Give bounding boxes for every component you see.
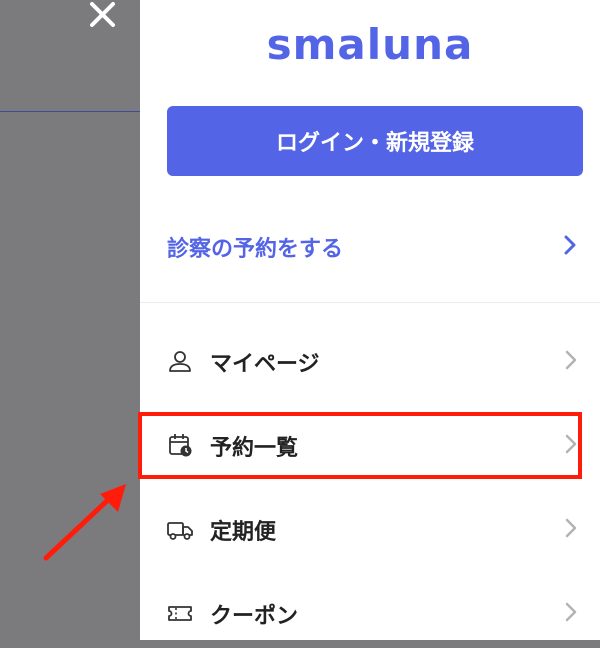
book-consultation-label: 診察の予約をする xyxy=(167,237,344,262)
close-icon xyxy=(90,2,115,27)
menu-item-mypage[interactable]: マイページ xyxy=(140,326,600,396)
menu-item-label: クーポン xyxy=(210,604,299,629)
chevron-right-icon xyxy=(565,350,577,370)
menu-item-label: マイページ xyxy=(210,352,320,377)
red-arrow-icon xyxy=(43,484,126,561)
menu-item-subscription[interactable]: 定期便 xyxy=(140,494,600,564)
highlight-box xyxy=(138,412,582,479)
chevron-right-icon xyxy=(564,235,576,255)
section-divider xyxy=(140,302,600,303)
book-consultation-link[interactable]: 診察の予約をする xyxy=(140,206,600,286)
login-register-button[interactable]: ログイン・新規登録 xyxy=(167,106,583,176)
chevron-right-icon xyxy=(565,518,577,538)
menu-item-label: 定期便 xyxy=(210,520,277,545)
overlay-divider xyxy=(0,111,140,112)
close-button[interactable] xyxy=(86,0,122,28)
side-drawer: smaluna ログイン・新規登録 診察の予約をする マイページ 予約一覧 定期… xyxy=(140,0,600,640)
chevron-right-icon xyxy=(565,602,577,622)
ticket-icon xyxy=(168,606,192,621)
truck-icon xyxy=(167,522,193,540)
menu-item-coupon[interactable]: クーポン xyxy=(140,578,600,648)
user-icon xyxy=(169,351,191,372)
brand-logo[interactable]: smaluna xyxy=(140,20,600,69)
